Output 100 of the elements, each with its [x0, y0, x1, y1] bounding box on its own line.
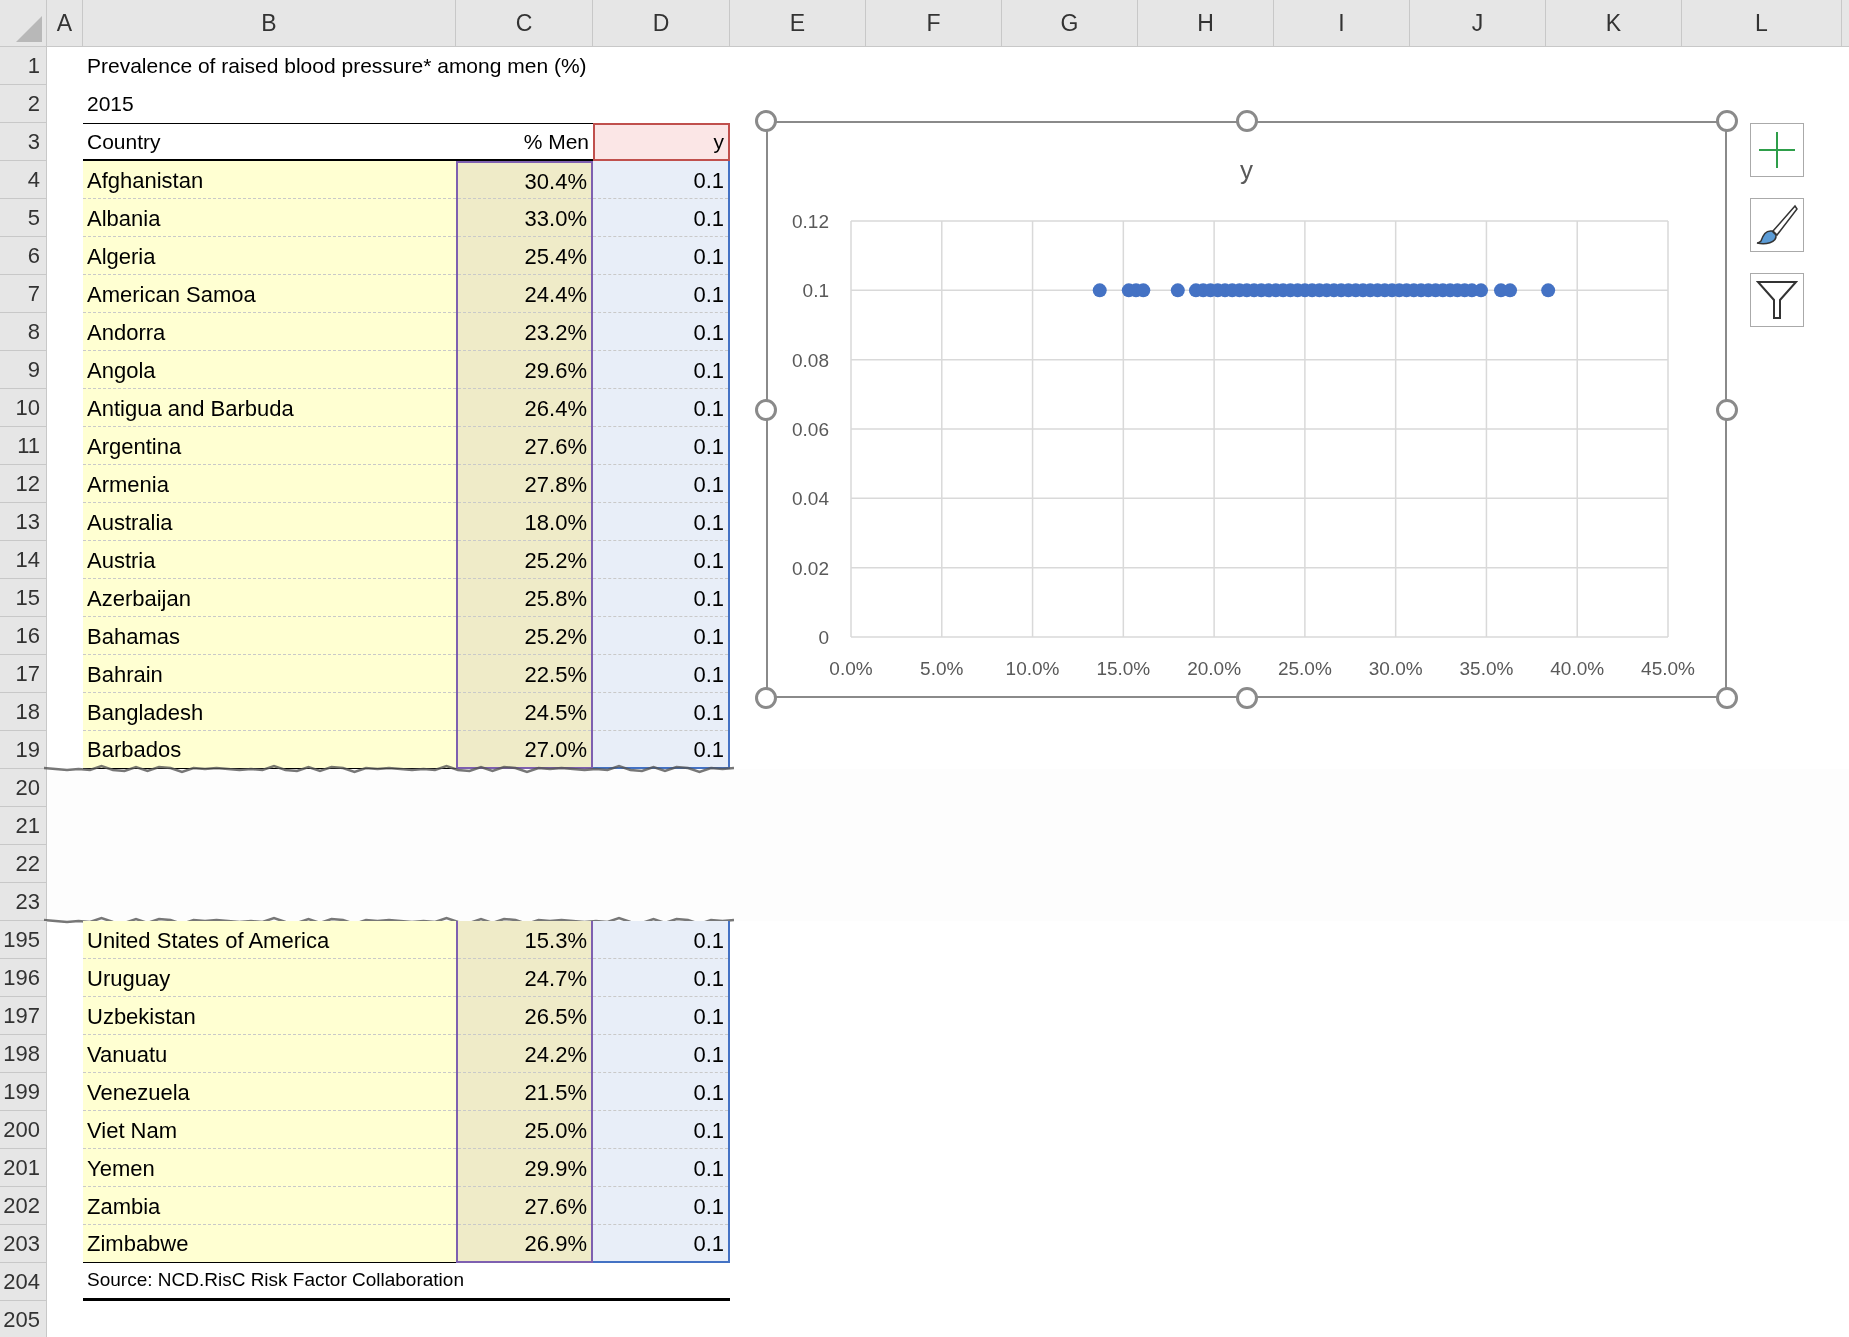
table-cell: 0.1 [593, 1111, 730, 1149]
row-header[interactable]: 13 [0, 503, 47, 541]
row-header[interactable]: 204 [0, 1263, 47, 1301]
column-header[interactable]: L [1682, 0, 1842, 46]
row-header[interactable]: 20 [0, 769, 47, 807]
row-header[interactable]: 200 [0, 1111, 47, 1149]
table-cell: 0.1 [593, 1073, 730, 1111]
axis-tick-label: 0.04 [792, 488, 829, 510]
row-header[interactable]: 196 [0, 959, 47, 997]
table-cell: Uruguay [83, 959, 456, 997]
table-cell: Albania [83, 199, 456, 237]
chart-title: y [1240, 155, 1253, 185]
table-cell: 29.9% [456, 1149, 593, 1187]
table-cell: American Samoa [83, 275, 456, 313]
row-header[interactable]: 21 [0, 807, 47, 845]
sheet-title: 2015 [87, 91, 134, 118]
column-header[interactable]: C [456, 0, 593, 46]
table-cell: Antigua and Barbuda [83, 389, 456, 427]
row-header[interactable]: 8 [0, 313, 47, 351]
table-cell: Algeria [83, 237, 456, 275]
table-cell: Angola [83, 351, 456, 389]
chart-frame[interactable]: y 0 0.02 0.04 0.06 0.08 0.1 0.12 0.0% 5.0% 10.0% 15.0% 20.0% 25.0% 30.0% 35.0% 40.0% 45.0% [766, 121, 1727, 698]
row-header[interactable]: 19 [0, 731, 47, 769]
table-cell: 21.5% [456, 1073, 593, 1111]
table-cell: Viet Nam [83, 1111, 456, 1149]
table-cell: 30.4% [456, 161, 593, 199]
table-cell: Argentina [83, 427, 456, 465]
column-header[interactable]: A [47, 0, 83, 46]
table-cell: 0.1 [593, 921, 730, 959]
row-header[interactable]: 198 [0, 1035, 47, 1073]
row-header[interactable]: 197 [0, 997, 47, 1035]
axis-tick-label: 10.0% [1005, 658, 1060, 679]
axis-tick-label: 45.0% [1641, 658, 1695, 679]
row-header[interactable]: 22 [0, 845, 47, 883]
row-header[interactable]: 7 [0, 275, 47, 313]
column-header[interactable]: G [1002, 0, 1138, 46]
row-header[interactable]: 5 [0, 199, 47, 237]
column-header[interactable]: F [866, 0, 1002, 46]
table-cell: Venezuela [83, 1073, 456, 1111]
table-cell: Uzbekistan [83, 997, 456, 1035]
axis-tick-label: 0.06 [792, 419, 829, 440]
column-header[interactable]: H [1138, 0, 1274, 46]
axis-tick-label: 0.12 [792, 211, 829, 232]
table-cell: 0.1 [593, 579, 730, 617]
row-header[interactable]: 199 [0, 1073, 47, 1111]
row-header[interactable]: 6 [0, 237, 47, 275]
column-heading: Country [87, 128, 161, 155]
axis-tick-label: 0.02 [792, 557, 829, 579]
table-cell: Yemen [83, 1149, 456, 1187]
table-cell: 0.1 [593, 1187, 730, 1225]
row-header[interactable]: 12 [0, 465, 47, 503]
row-header[interactable]: 203 [0, 1225, 47, 1263]
column-header[interactable]: B [83, 0, 456, 46]
row-header[interactable]: 15 [0, 579, 47, 617]
table-cell: 25.2% [456, 541, 593, 579]
table-cell: 27.6% [456, 1187, 593, 1225]
row-header[interactable]: 17 [0, 655, 47, 693]
table-cell: 0.1 [593, 655, 730, 693]
series-name-cell[interactable]: y [593, 123, 730, 161]
row-header[interactable]: 3 [0, 123, 47, 161]
table-cell: Zambia [83, 1187, 456, 1225]
column-heading: % Men [523, 128, 589, 155]
table-cell: 25.0% [456, 1111, 593, 1149]
axis-tick-label: 35.0% [1459, 658, 1514, 679]
row-header[interactable]: 2 [0, 85, 47, 123]
column-header[interactable]: K [1546, 0, 1682, 46]
table-cell: 25.8% [456, 579, 593, 617]
column-header[interactable]: E [730, 0, 866, 46]
table-cell: 27.0% [456, 731, 593, 769]
row-header[interactable]: 4 [0, 161, 47, 199]
table-cell: 0.1 [593, 389, 730, 427]
table-cell: 0.1 [593, 731, 730, 769]
table-cell: 0.1 [593, 275, 730, 313]
table-cell: Zimbabwe [83, 1225, 456, 1263]
row-header[interactable]: 205 [0, 1301, 47, 1337]
row-header[interactable]: 18 [0, 693, 47, 731]
table-cell: 0.1 [593, 1225, 730, 1263]
table-cell: 0.1 [593, 313, 730, 351]
table-cell: Bahrain [83, 655, 456, 693]
table-cell: 33.0% [456, 199, 593, 237]
table-cell: 0.1 [593, 351, 730, 389]
column-header[interactable]: D [593, 0, 730, 46]
source-note: Source: NCD.RisC Risk Factor Collaboration [87, 1268, 464, 1293]
row-header[interactable]: 1 [0, 47, 47, 85]
row-header[interactable]: 10 [0, 389, 47, 427]
table-cell: Austria [83, 541, 456, 579]
row-header[interactable]: 23 [0, 883, 47, 921]
row-header[interactable]: 11 [0, 427, 47, 465]
row-header[interactable]: 16 [0, 617, 47, 655]
table-cell: Armenia [83, 465, 456, 503]
row-header[interactable]: 202 [0, 1187, 47, 1225]
table-cell: 24.4% [456, 275, 593, 313]
column-header[interactable]: J [1410, 0, 1546, 46]
axis-tick-label: 25.0% [1277, 658, 1332, 679]
column-header[interactable]: I [1274, 0, 1410, 46]
table-cell: 0.1 [593, 465, 730, 503]
row-header[interactable]: 201 [0, 1149, 47, 1187]
row-header[interactable]: 9 [0, 351, 47, 389]
row-header[interactable]: 14 [0, 541, 47, 579]
row-header[interactable]: 195 [0, 921, 47, 959]
